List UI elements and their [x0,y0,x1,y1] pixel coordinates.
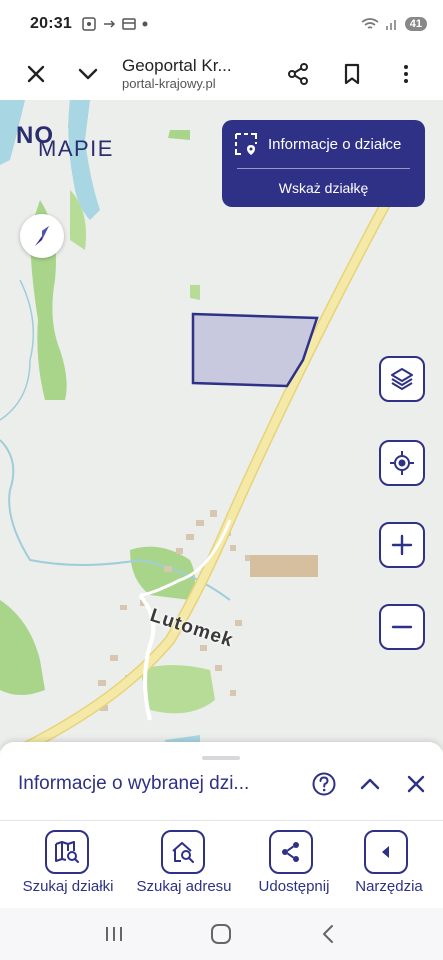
battery-indicator: 41 [404,17,427,31]
expand-tab-button[interactable] [68,54,108,94]
sheet-header: Informacje o wybranej dzi... [0,762,443,806]
parcel-select-icon [235,133,257,155]
browser-toolbar: Geoportal Kr... portal-krajowy.pl [0,48,443,100]
back-button[interactable] [305,914,353,954]
screenshot-icon [82,17,96,31]
share-icon [282,842,299,862]
bookmark-icon [344,63,360,85]
sync-icon [103,20,115,28]
point-parcel-button[interactable]: Wskaż działkę [222,169,425,207]
zoom-in-icon [391,534,413,556]
recent-apps-icon [105,927,122,941]
parcel-info-panel: Informacje o działce Wskaż działkę [222,120,425,207]
tool-search-address[interactable]: Szukaj adresu [124,828,232,898]
status-bar: 20:31 41 [0,0,443,48]
help-icon [312,772,336,796]
gallery-icon [122,18,136,30]
help-button[interactable] [306,766,342,802]
home-button[interactable] [197,914,245,954]
signal-icon [385,20,396,30]
close-tab-button[interactable] [16,54,56,94]
bookmark-button[interactable] [332,54,372,94]
tool-tools-label: Narzędzia [355,878,423,895]
compass-button[interactable] [20,214,64,258]
layers-button[interactable] [379,356,425,402]
more-vertical-icon [404,65,408,83]
zoom-in-button[interactable] [379,522,425,568]
wifi-icon [361,18,379,29]
system-nav-bar [0,908,443,960]
zoom-out-button[interactable] [379,604,425,650]
no-mapie-logo: NO MAPIE [16,122,126,166]
forest-area [140,665,215,714]
parcel-info-sheet: Informacje o wybranej dzi... Szukaj dzia… [0,742,443,908]
locate-button[interactable] [379,440,425,486]
tools-bar: Szukaj działki Szukaj adresu Udostępnij … [0,828,443,898]
tool-tools-icon-box [364,830,408,874]
page-title-block[interactable]: Geoportal Kr... portal-krajowy.pl [122,56,262,92]
locate-icon [390,451,414,475]
tool-share[interactable]: Udostępnij [234,828,334,898]
status-notification-icons [82,17,148,31]
zoom-out-icon [391,625,413,629]
map-view[interactable]: NO MAPIE Informacje o działce Wskaż dzia… [0,100,443,750]
parcel-info-button[interactable]: Informacje o działce [222,120,425,168]
sheet-drag-handle[interactable] [202,756,240,760]
close-icon [27,65,45,83]
close-sheet-button[interactable] [398,766,434,802]
map-search-icon [55,841,79,863]
tool-search-parcel-label: Szukaj działki [22,878,114,895]
tool-tools[interactable]: Narzędzia [327,828,427,898]
share-icon [288,63,308,85]
tool-search-parcel[interactable]: Szukaj działki [8,828,113,898]
status-system-icons: 41 [361,17,427,31]
parcel-info-label: Informacje o działce [268,135,402,153]
layers-icon [391,368,413,390]
forest-area [190,285,200,300]
navigation-arrow-icon [35,226,49,246]
recent-apps-button[interactable] [90,914,138,954]
chevron-up-icon [360,778,380,790]
close-icon [407,775,425,793]
logo-mapie-text: MAPIE [38,136,114,161]
expand-sheet-button[interactable] [352,766,388,802]
home-icon [211,924,232,944]
tool-search-address-icon-box [161,830,205,874]
more-options-button[interactable] [386,54,426,94]
share-page-button[interactable] [278,54,318,94]
page-title: Geoportal Kr... [122,56,232,75]
back-icon [323,925,334,943]
sheet-title[interactable]: Informacje o wybranej dzi... [18,773,280,795]
caret-left-icon [382,846,389,858]
tool-share-icon-box [269,830,313,874]
page-url: portal-krajowy.pl [122,76,216,91]
home-search-icon [172,842,194,863]
sheet-divider [0,820,443,821]
tool-search-address-label: Szukaj adresu [136,878,232,895]
dot-icon [142,21,148,27]
tool-search-parcel-icon-box [45,830,89,874]
chevron-down-icon [78,68,98,80]
status-time: 20:31 [30,15,72,32]
